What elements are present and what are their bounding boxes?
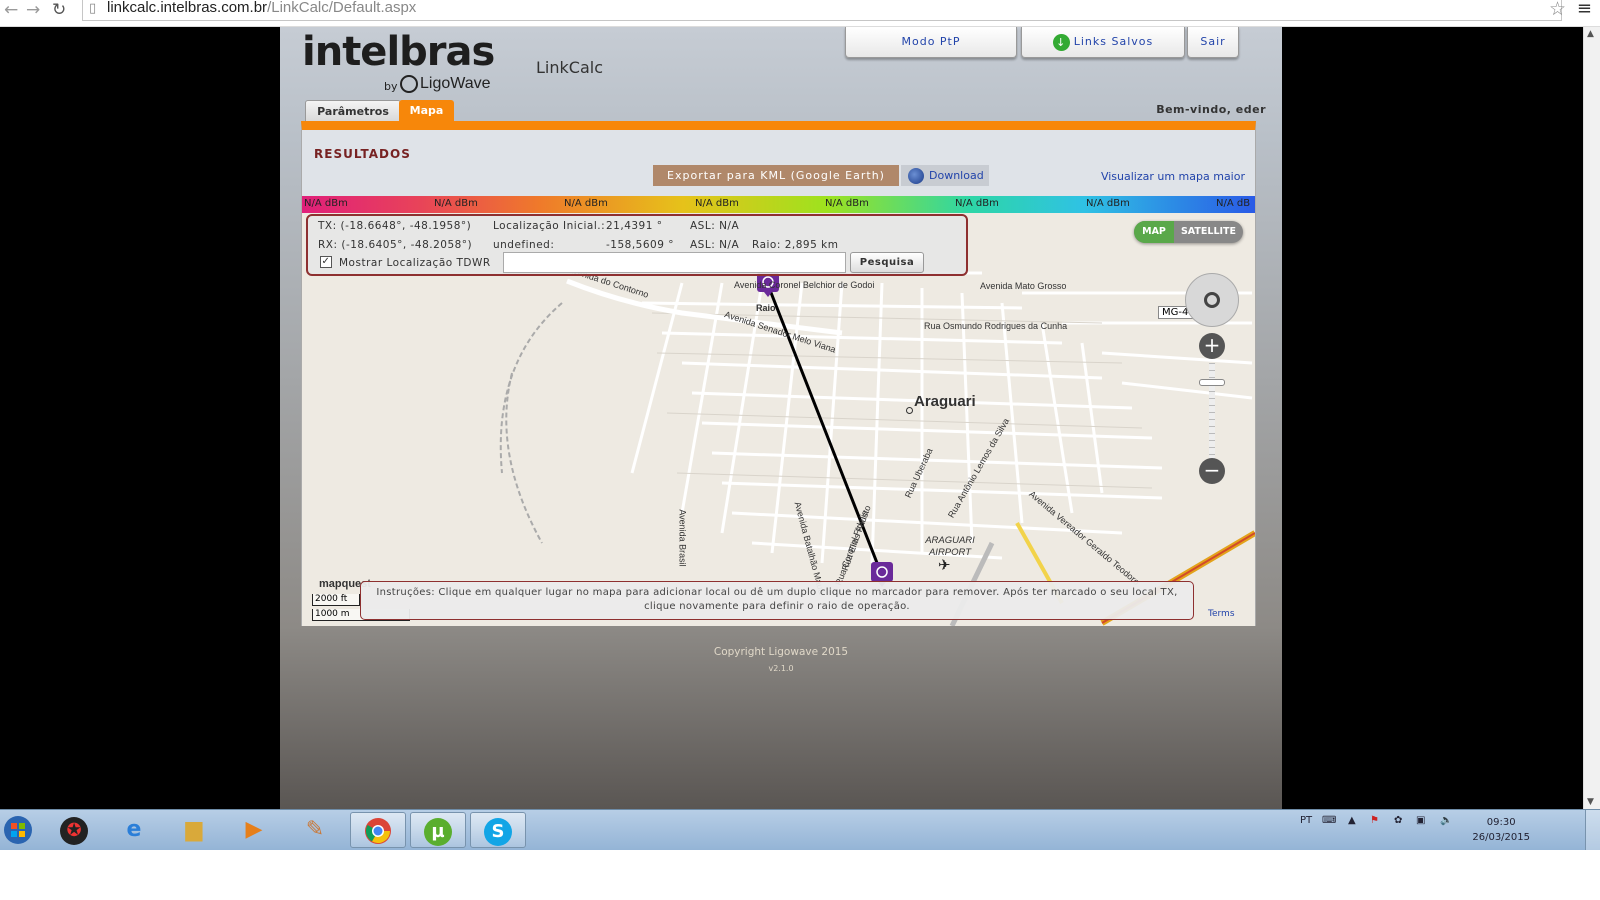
- ligowave-logo: LigoWave: [400, 75, 491, 93]
- version-text: v2.1.0: [768, 664, 794, 673]
- spectrum-label: N/A dBm: [1086, 198, 1130, 209]
- rx-asl: ASL: N/A: [690, 239, 740, 251]
- map-type-map-button[interactable]: MAP: [1134, 221, 1174, 243]
- download-button[interactable]: Download: [901, 165, 989, 186]
- undefined-value: -158,5609 °: [606, 239, 674, 251]
- forward-arrow-icon[interactable]: →: [26, 0, 40, 20]
- pan-center-icon: [1204, 292, 1220, 308]
- media-icon[interactable]: ▶: [226, 812, 282, 848]
- system-clock[interactable]: 09:30 26/03/2015: [1472, 815, 1530, 845]
- app-container: intelbras by LigoWave LinkCalc Modo PtP …: [280, 27, 1282, 809]
- tray-expand-icon[interactable]: ▲: [1348, 815, 1356, 826]
- wmp-icon[interactable]: ✪: [46, 812, 102, 848]
- search-input[interactable]: [503, 252, 846, 273]
- city-dot-icon: [906, 407, 913, 414]
- instructions-box: Instruções: Clique em qualquer lugar no …: [360, 581, 1194, 620]
- flag-icon[interactable]: ⚑: [1370, 815, 1379, 826]
- zoom-in-button[interactable]: +: [1199, 333, 1225, 359]
- page-icon: ▯: [89, 1, 97, 16]
- map-type-toggle: MAP SATELLITE: [1134, 221, 1243, 243]
- spectrum-label: N/A dBm: [564, 198, 608, 209]
- pan-control[interactable]: [1185, 273, 1239, 327]
- results-title: RESULTADOS: [314, 147, 411, 161]
- skype-icon[interactable]: S: [470, 812, 526, 848]
- logo-by: by: [384, 80, 398, 93]
- bookmark-star-icon[interactable]: ☆: [1549, 0, 1566, 20]
- ptp-mode-button[interactable]: Modo PtP: [845, 27, 1017, 58]
- tx-asl: ASL: N/A: [690, 220, 740, 232]
- tdwr-label: Mostrar Localização TDWR: [339, 257, 491, 269]
- chrome-icon[interactable]: [350, 812, 406, 848]
- utorrent-icon[interactable]: µ: [410, 812, 466, 848]
- network-icon[interactable]: ▣: [1416, 815, 1425, 826]
- initial-location-label: Localização Inicial.:: [493, 220, 606, 232]
- zoom-out-button[interactable]: −: [1199, 458, 1225, 484]
- show-desktop-button[interactable]: [1585, 810, 1600, 851]
- bigger-map-link[interactable]: Visualizar um mapa maior: [1101, 170, 1245, 183]
- scroll-up-icon[interactable]: ▲: [1587, 29, 1594, 39]
- reload-icon[interactable]: ↻: [52, 0, 66, 20]
- tx-coordinates: TX: (-18.6648°, -48.1958°): [318, 220, 472, 232]
- taskbar: ✪ e ▆ ▶ ✎ µ S PT ⌨ ▲ ⚑ ✿ ▣ 🔈 09:30 26/03/…: [0, 809, 1600, 851]
- scrollbar[interactable]: ▲ ▼: [1583, 27, 1600, 809]
- exit-button[interactable]: Sair: [1187, 27, 1239, 58]
- spectrum-label: N/A dBm: [955, 198, 999, 209]
- brand-logo[interactable]: intelbras: [302, 29, 495, 75]
- welcome-text: Bem-vindo, eder: [1156, 103, 1266, 116]
- undefined-label: undefined:: [493, 239, 555, 251]
- road-label: Avenida Coronel Belchior de Godoi: [734, 280, 875, 290]
- copyright-text: Copyright Ligowave 2015: [713, 646, 849, 658]
- tab-mapa[interactable]: Mapa: [399, 100, 454, 122]
- map-canvas[interactable]: Avenida do Contorno Avenida Coronel Belc…: [302, 213, 1255, 626]
- map-type-satellite-button[interactable]: SATELLITE: [1174, 221, 1243, 243]
- globe-icon: [908, 168, 924, 184]
- saved-links-button[interactable]: ↓ Links Salvos: [1021, 27, 1185, 58]
- clock-time: 09:30: [1486, 817, 1516, 828]
- road-label: Rua Osmundo Rodrigues da Cunha: [924, 321, 1068, 331]
- spectrum-label: N/A dBm: [695, 198, 739, 209]
- tab-parametros[interactable]: Parâmetros: [305, 100, 401, 122]
- back-arrow-icon[interactable]: ←: [4, 0, 18, 20]
- screen-bottom: [0, 850, 1600, 900]
- clock-date: 26/03/2015: [1472, 832, 1530, 843]
- road-label: Avenida Brasil: [677, 509, 688, 567]
- search-button[interactable]: Pesquisa: [850, 252, 924, 273]
- tdwr-checkbox[interactable]: ✓: [320, 256, 332, 268]
- volume-icon[interactable]: 🔈: [1440, 815, 1452, 826]
- url-text[interactable]: linkcalc.intelbras.com.br/LinkCalc/Defau…: [107, 0, 416, 16]
- spectrum-label: N/A dBm: [825, 198, 869, 209]
- radius-value: Raio: 2,895 km: [752, 239, 839, 251]
- menu-icon[interactable]: ≡: [1577, 0, 1592, 19]
- rx-coordinates: RX: (-18.6405°, -48.2058°): [318, 239, 473, 251]
- download-arrow-icon: ↓: [1052, 33, 1070, 51]
- airport-icon: ✈: [938, 556, 951, 574]
- spectrum-label: N/A dBm: [434, 198, 478, 209]
- scale-feet: 2000 ft: [312, 594, 360, 606]
- sync-icon[interactable]: ✿: [1394, 815, 1402, 826]
- scroll-down-icon[interactable]: ▼: [1587, 797, 1594, 807]
- ie-icon[interactable]: e: [106, 812, 162, 848]
- export-kml-button[interactable]: Exportar para KML (Google Earth): [653, 165, 899, 186]
- spectrum-label: N/A dBm: [304, 198, 348, 209]
- zoom-slider-handle[interactable]: [1199, 379, 1225, 386]
- link-info-box: TX: (-18.6648°, -48.1958°) Localização I…: [306, 214, 968, 276]
- city-label: Araguari: [914, 393, 976, 410]
- keyboard-icon[interactable]: ⌨: [1322, 815, 1336, 826]
- results-panel: RESULTADOS Exportar para KML (Google Ear…: [301, 121, 1256, 626]
- road-label: Raio: [756, 303, 776, 313]
- app-title: LinkCalc: [536, 58, 603, 77]
- explorer-icon[interactable]: ▆: [166, 812, 222, 848]
- zoom-slider[interactable]: [1209, 363, 1215, 463]
- spectrum-label: N/A dB: [1216, 198, 1251, 209]
- terms-link[interactable]: Terms: [1208, 609, 1235, 619]
- start-button[interactable]: [0, 812, 36, 848]
- initial-location-value: 21,4391 °: [606, 220, 663, 232]
- signal-spectrum-bar: N/A dBm N/A dBm N/A dBm N/A dBm N/A dBm …: [302, 196, 1255, 213]
- road-label: Avenida Mato Grosso: [980, 281, 1067, 291]
- browser-toolbar: ← → ↻ ▯ linkcalc.intelbras.com.br/LinkCa…: [0, 0, 1600, 27]
- paint-icon[interactable]: ✎: [287, 812, 343, 848]
- language-indicator[interactable]: PT: [1300, 815, 1312, 826]
